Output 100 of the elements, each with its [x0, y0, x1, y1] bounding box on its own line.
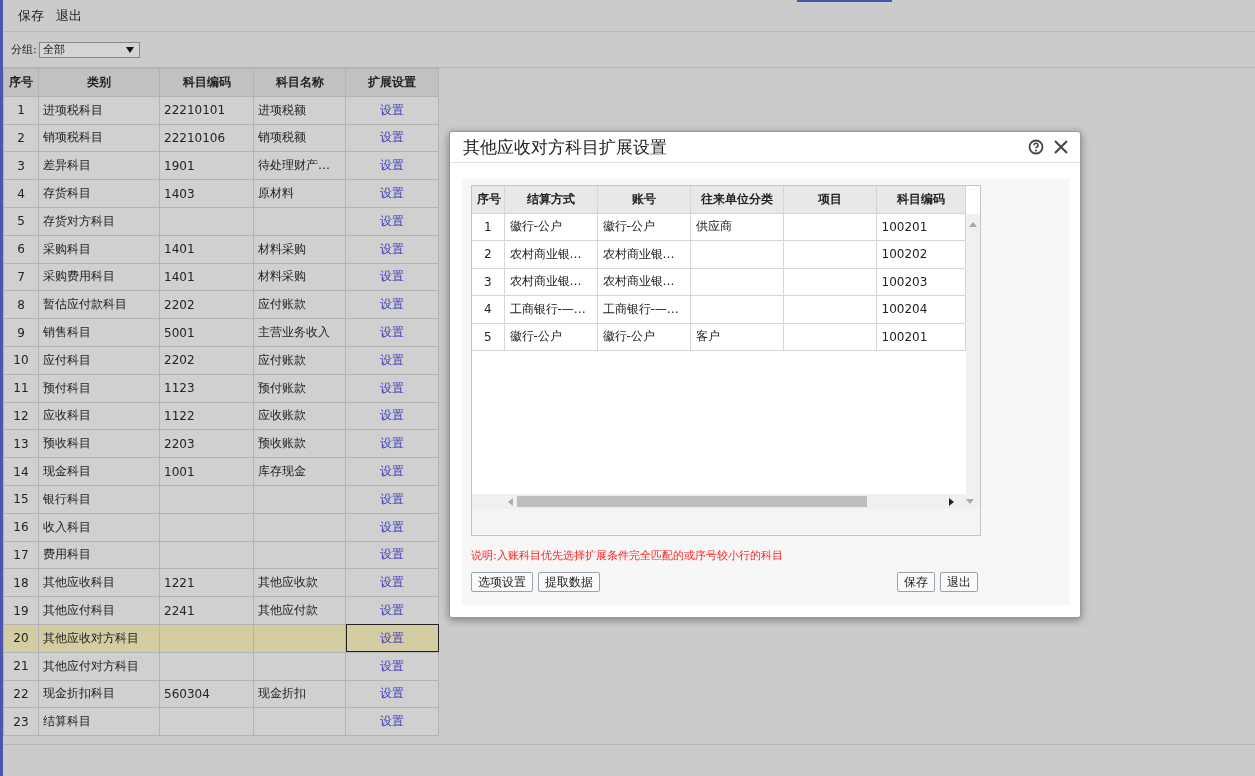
scroll-left-icon[interactable]	[508, 497, 513, 506]
table-cell: 其他应收款	[253, 568, 346, 597]
settings-link[interactable]: 设置	[380, 714, 404, 729]
settings-link[interactable]: 设置	[380, 408, 404, 423]
table-row[interactable]: 10 应付科目 2202 应付账款 设置	[3, 346, 439, 375]
table-row[interactable]: 20 其他应收对方科目 设置	[3, 624, 439, 653]
table-row[interactable]: 2 销项税科目 22210106 销项税额 设置	[3, 124, 439, 152]
table-row[interactable]: 1 进项税科目 22210101 进项税额 设置	[3, 96, 439, 125]
settings-link[interactable]: 设置	[380, 686, 404, 701]
settings-link[interactable]: 设置	[380, 436, 404, 451]
table-cell: 采购费用科目	[38, 263, 160, 291]
table-row[interactable]: 5 存货对方科目 设置	[3, 207, 439, 236]
table-row[interactable]: 6 采购科目 1401 材料采购 设置	[3, 235, 439, 264]
settings-link[interactable]: 设置	[380, 575, 404, 590]
scrollbar-thumb[interactable]	[516, 496, 868, 507]
settings-link[interactable]: 设置	[380, 630, 404, 645]
settings-link[interactable]: 设置	[380, 102, 404, 117]
table-row[interactable]: 22 现金折扣科目 560304 现金折扣 设置	[3, 680, 439, 708]
toolbar-button[interactable]: 退出	[56, 6, 82, 25]
table-cell: 销售科目	[38, 318, 160, 347]
column-header: 科目编码	[876, 186, 965, 213]
table-cell: 库存现金	[253, 457, 346, 486]
table-cell: 5001	[159, 318, 254, 347]
table-row[interactable]: 14 现金科目 1001 库存现金 设置	[3, 457, 439, 486]
settings-link[interactable]: 设置	[380, 491, 404, 506]
table-cell: 1403	[159, 179, 254, 208]
table-row[interactable]: 18 其他应收科目 1221 其他应收款 设置	[3, 568, 439, 597]
dialog-button[interactable]: 提取数据	[538, 572, 600, 592]
table-cell: 结算科目	[38, 707, 160, 736]
table-cell: 预付科目	[38, 374, 160, 403]
close-icon[interactable]	[1054, 140, 1068, 154]
settings-link[interactable]: 设置	[380, 325, 404, 340]
group-dropdown[interactable]: 全部	[38, 41, 140, 58]
table-cell: 1	[3, 96, 39, 125]
table-cell: 18	[3, 568, 39, 597]
table-cell: 进项税科目	[38, 96, 160, 125]
column-header: 往来单位分类	[690, 186, 783, 213]
settings-link[interactable]: 设置	[380, 603, 404, 618]
table-cell: 应付科目	[38, 346, 160, 375]
dialog-button[interactable]: 退出	[940, 572, 978, 592]
horizontal-scrollbar[interactable]	[472, 494, 980, 509]
table-row[interactable]: 12 应收科目 1122 应收账款 设置	[3, 402, 439, 430]
table-cell: 100201	[876, 323, 965, 351]
column-header: 序号	[472, 186, 504, 213]
dialog-button[interactable]: 保存	[897, 572, 935, 592]
table-row[interactable]: 11 预付科目 1123 预付账款 设置	[3, 374, 439, 403]
table-row[interactable]: 19 其他应付科目 2241 其他应付款 设置	[3, 596, 439, 625]
table-cell: 徽行-公户	[504, 323, 597, 351]
table-cell: 5	[472, 323, 504, 351]
settings-link[interactable]: 设置	[380, 658, 404, 673]
dialog-title: 其他应收对方科目扩展设置	[463, 135, 668, 159]
settings-link[interactable]: 设置	[380, 519, 404, 534]
dialog-button[interactable]: 选项设置	[471, 572, 533, 592]
table-cell: 销项税额	[253, 124, 346, 152]
table-cell: 8	[3, 290, 39, 319]
table-row[interactable]: 16 收入科目 设置	[3, 513, 439, 542]
table-cell: 2241	[159, 596, 254, 625]
table-row[interactable]: 4 存货科目 1403 原材料 设置	[3, 179, 439, 208]
help-icon[interactable]	[1028, 139, 1044, 155]
table-cell: 1	[472, 213, 504, 241]
table-row[interactable]: 15 银行科目 设置	[3, 485, 439, 514]
settings-link[interactable]: 设置	[380, 547, 404, 562]
table-cell: 销项税科目	[38, 124, 160, 152]
settings-link[interactable]: 设置	[380, 130, 404, 145]
table-cell: 徽行-公户	[597, 323, 690, 351]
settings-link[interactable]: 设置	[380, 213, 404, 228]
settings-link[interactable]: 设置	[380, 241, 404, 256]
settings-link[interactable]: 设置	[380, 158, 404, 173]
table-cell: 1123	[159, 374, 254, 403]
table-cell: 费用科目	[38, 541, 160, 569]
table-cell: 100202	[876, 240, 965, 268]
scroll-down-icon[interactable]	[966, 499, 974, 504]
table-row[interactable]: 13 预收科目 2203 预收账款 设置	[3, 429, 439, 458]
table-cell: 6	[3, 235, 39, 264]
group-label: 分组:	[11, 42, 37, 57]
settings-link[interactable]: 设置	[380, 186, 404, 201]
table-cell: 其他应付款	[253, 596, 346, 625]
table-cell: 存货科目	[38, 179, 160, 208]
scroll-right-icon[interactable]	[949, 497, 955, 506]
settings-link[interactable]: 设置	[380, 352, 404, 367]
table-row[interactable]: 23 结算科目 设置	[3, 707, 439, 736]
dropdown-arrow-icon	[125, 46, 134, 53]
settings-link[interactable]: 设置	[380, 464, 404, 479]
table-row[interactable]: 9 销售科目 5001 主营业务收入 设置	[3, 318, 439, 347]
settings-link[interactable]: 设置	[380, 297, 404, 312]
table-row[interactable]: 17 费用科目 设置	[3, 541, 439, 569]
table-cell: 工商银行-—…	[504, 295, 597, 323]
settings-link[interactable]: 设置	[380, 380, 404, 395]
table-row[interactable]: 3 差异科目 1901 待处理财产… 设置	[3, 151, 439, 180]
table-cell: 现金科目	[38, 457, 160, 486]
table-cell: 徽行-公户	[597, 213, 690, 241]
scroll-up-icon[interactable]	[968, 222, 977, 227]
toolbar-button[interactable]: 保存	[18, 6, 44, 25]
table-row[interactable]: 7 采购费用科目 1401 材料采购 设置	[3, 263, 439, 291]
vertical-scrollbar[interactable]	[965, 214, 980, 494]
table-row[interactable]: 8 暂估应付款科目 2202 应付账款 设置	[3, 290, 439, 319]
column-header: 序号	[3, 68, 39, 97]
settings-link[interactable]: 设置	[380, 269, 404, 284]
table-cell: 供应商	[690, 213, 783, 241]
table-row[interactable]: 21 其他应付对方科目 设置	[3, 652, 439, 681]
